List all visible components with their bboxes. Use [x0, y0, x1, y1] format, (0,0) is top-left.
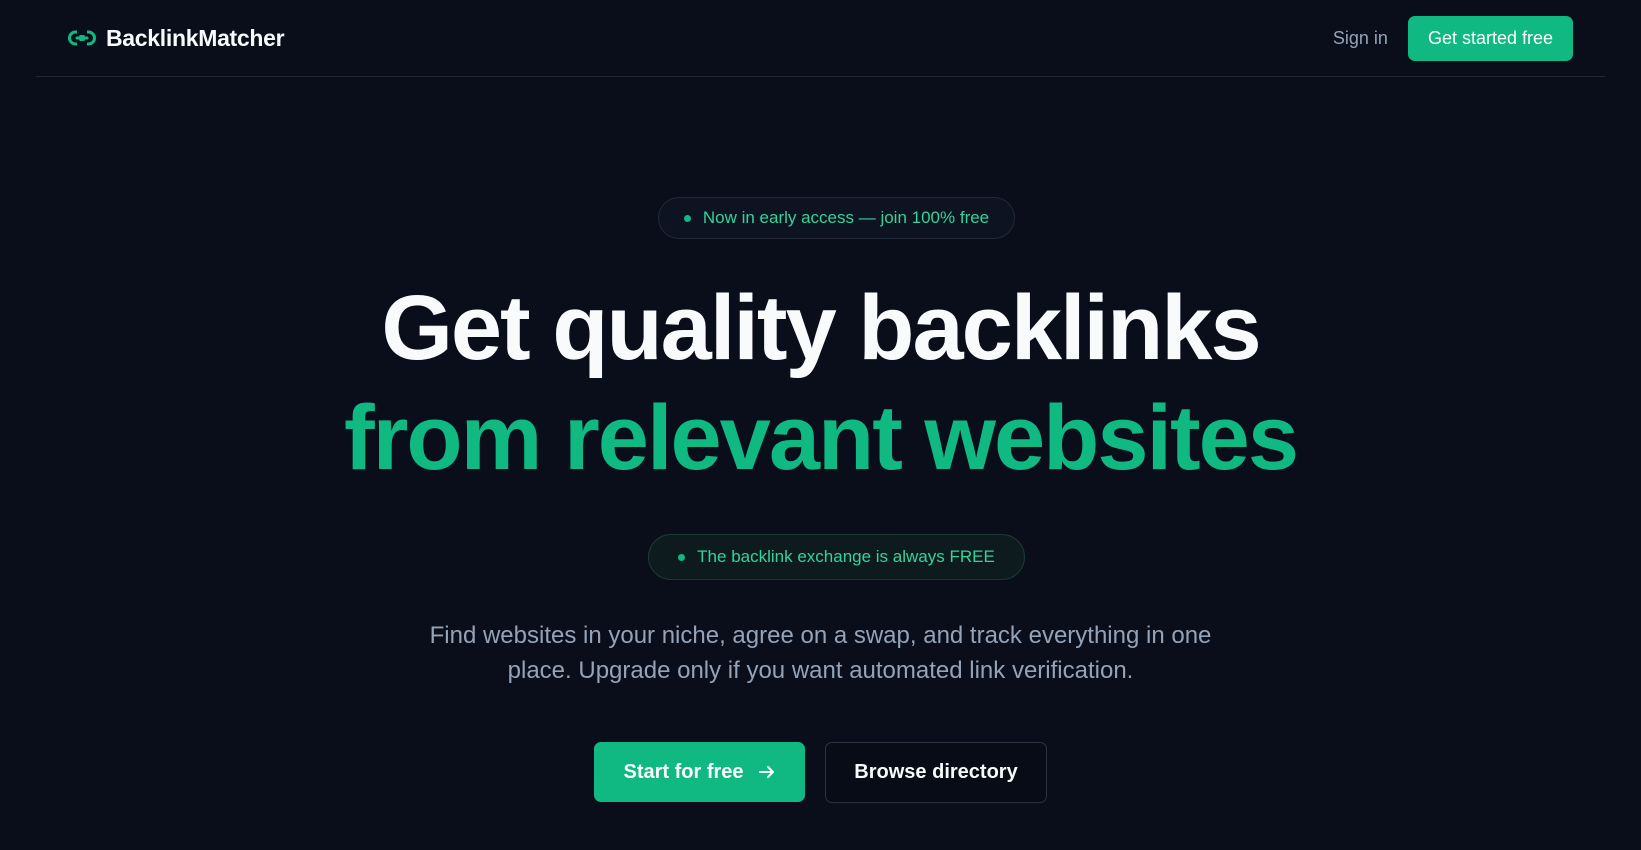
brand-name: BacklinkMatcher: [106, 24, 285, 51]
brand-logo-link[interactable]: BacklinkMatcher: [68, 24, 285, 52]
browse-directory-button[interactable]: Browse directory: [825, 742, 1047, 803]
arrow-right-icon: [758, 763, 776, 781]
start-for-free-button[interactable]: Start for free: [594, 742, 805, 802]
sign-in-link[interactable]: Sign in: [1333, 22, 1388, 55]
landing-page: BacklinkMatcher Sign in Get started free…: [0, 0, 1641, 850]
header-nav: Sign in Get started free: [1333, 15, 1573, 61]
free-exchange-text: The backlink exchange is always FREE: [697, 547, 995, 566]
early-access-text: Now in early access — join 100% free: [702, 208, 990, 227]
get-started-button[interactable]: Get started free: [1407, 15, 1573, 61]
hero-headline-accent: from relevant websites: [343, 387, 1299, 489]
status-dot-icon: [683, 214, 691, 222]
hero-subtitle: Find websites in your niche, agree on a …: [429, 622, 1212, 684]
status-dot-icon: [678, 553, 686, 561]
free-exchange-badge: The backlink exchange is always FREE: [648, 534, 1025, 580]
cta-group: Start for free Browse directory: [0, 742, 1641, 803]
site-header: BacklinkMatcher Sign in Get started free: [36, 0, 1605, 77]
early-access-badge: Now in early access — join 100% free: [658, 197, 1015, 239]
hero-headline-primary: Get quality backlinks: [381, 277, 1261, 379]
start-for-free-label: Start for free: [623, 760, 744, 783]
link-icon: [68, 29, 96, 47]
